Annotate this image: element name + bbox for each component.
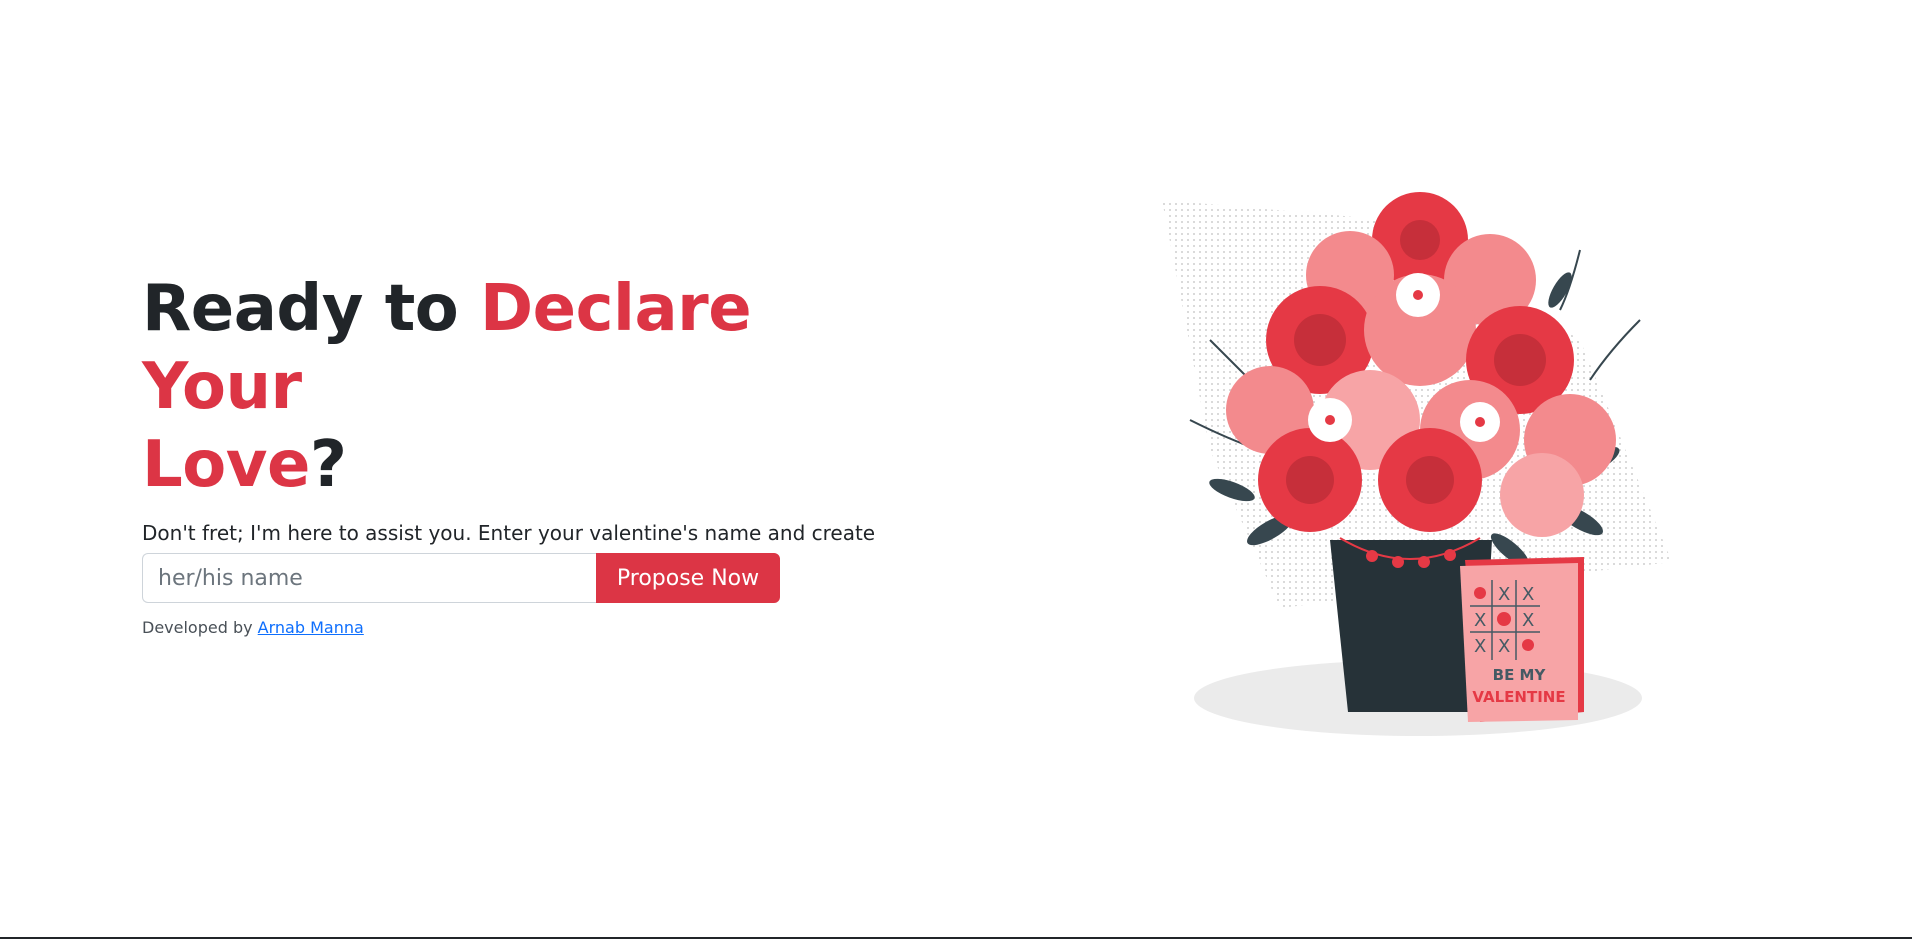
valentine-card: XX XX XX BE MY VALENTINE [1460,557,1584,722]
svg-text:X: X [1522,584,1534,605]
headline-suffix: ? [309,428,347,502]
credit-prefix: Developed by [142,618,258,637]
propose-form: Propose Now [142,553,780,603]
propose-now-button[interactable]: Propose Now [596,553,780,603]
svg-text:X: X [1474,610,1486,631]
flower-bouquet-illustration: XX XX XX BE MY VALENTINE [1162,192,1672,736]
hero-section: Ready to Declare Your Love? Don't fret; I… [142,270,902,578]
headline-prefix: Ready to [142,272,481,346]
headline-accent-love: Love [142,428,310,502]
svg-text:X: X [1498,584,1510,605]
card-text-be-my: BE MY [1493,666,1547,684]
developer-credit: Developed by Arnab Manna [142,618,364,637]
author-link[interactable]: Arnab Manna [258,618,364,637]
svg-text:X: X [1498,636,1510,657]
svg-text:X: X [1522,610,1534,631]
svg-text:X: X [1474,636,1486,657]
name-input[interactable] [142,553,596,603]
page-title: Ready to Declare Your Love? [142,270,902,504]
card-text-valentine: VALENTINE [1472,688,1565,706]
